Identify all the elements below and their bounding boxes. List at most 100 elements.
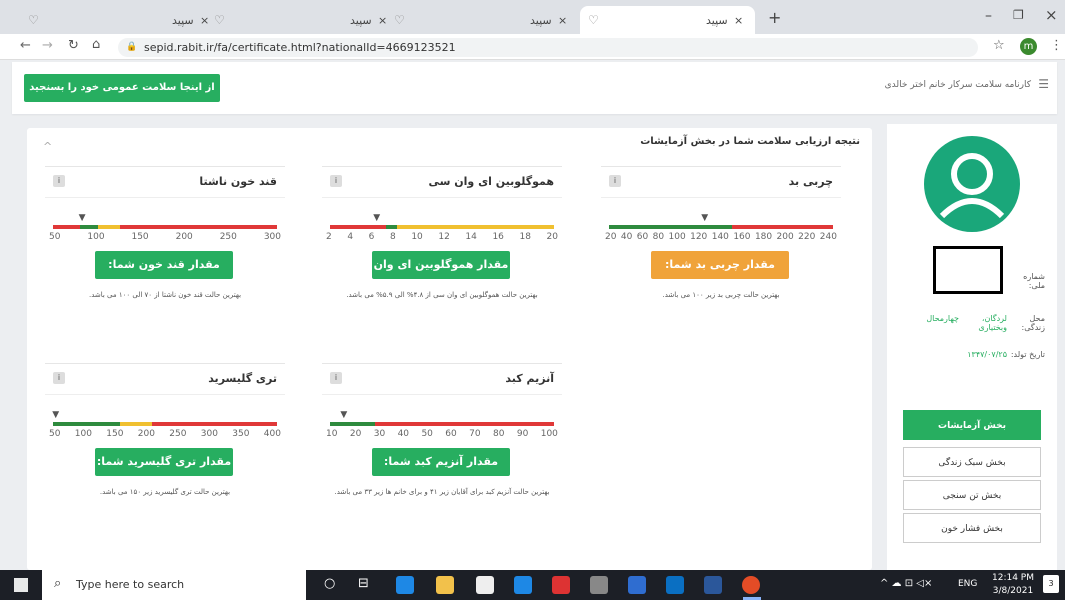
clock-date[interactable]: 3/8/2021 bbox=[988, 586, 1038, 596]
cortana-icon[interactable]: ○ bbox=[324, 576, 335, 591]
gauge-segment bbox=[374, 422, 554, 426]
browser-menu-icon[interactable]: ⋮ bbox=[1050, 38, 1063, 53]
tab-label: سپید bbox=[706, 13, 728, 27]
general-health-test-button[interactable]: از اینجا سلامت عمومی خود را بسنجید bbox=[24, 74, 220, 102]
range-gauge bbox=[53, 422, 277, 426]
tab-anthropometry[interactable]: بخش تن سنجی bbox=[903, 480, 1041, 510]
tick-label: 70 bbox=[469, 429, 481, 439]
range-gauge bbox=[609, 225, 833, 229]
browser-tab[interactable]: ♡ سپید × bbox=[390, 6, 580, 34]
info-icon[interactable]: i bbox=[609, 175, 621, 187]
test-card: آنزیم کبد i ▼ 10 20 30 40 50 60 70 80 90 100 مقدار آن… bbox=[322, 363, 562, 523]
bookmark-star-icon[interactable]: ☆ bbox=[993, 38, 1005, 53]
store-icon[interactable] bbox=[476, 576, 494, 594]
tick-label: 200 bbox=[175, 232, 193, 242]
tab-label: سپید bbox=[350, 13, 372, 27]
tab-favicon-icon: ♡ bbox=[588, 13, 599, 27]
card-divider bbox=[322, 394, 562, 395]
taskbar-search-box[interactable]: ⌕ Type here to search bbox=[42, 570, 306, 600]
lync-icon[interactable] bbox=[628, 576, 646, 594]
tab-blood-pressure[interactable]: بخش فشار خون bbox=[903, 513, 1041, 543]
info-icon[interactable]: i bbox=[330, 175, 342, 187]
tab-close-icon[interactable]: × bbox=[200, 14, 209, 27]
tick-label: 18 bbox=[519, 232, 531, 242]
clock-time[interactable]: 12:14 PM bbox=[988, 573, 1038, 583]
gauge-tick-labels: 2 4 6 8 10 12 14 16 18 20 bbox=[326, 232, 558, 242]
outlook-icon[interactable] bbox=[666, 576, 684, 594]
tick-label: 50 bbox=[421, 429, 433, 439]
best-range-note: بهترین حالت چربی بد زیر ۱۰۰ می باشد. bbox=[662, 291, 780, 299]
maximize-icon[interactable]: ❐ bbox=[1013, 8, 1024, 22]
info-icon[interactable]: i bbox=[53, 372, 65, 384]
card-title: چربی بد bbox=[788, 175, 833, 188]
chrome-icon[interactable] bbox=[742, 576, 760, 594]
windows-start-icon[interactable] bbox=[14, 578, 28, 592]
tick-label: 8 bbox=[389, 232, 396, 242]
close-window-icon[interactable]: × bbox=[1045, 6, 1058, 24]
url-field[interactable]: 🔒 sepid.rabit.ir/fa/certificate.html?nat… bbox=[118, 38, 978, 57]
gauge-segment bbox=[97, 422, 121, 426]
gauge-segment bbox=[330, 422, 375, 426]
tab-lifestyle[interactable]: بخش سبک زندگی bbox=[903, 447, 1041, 477]
tab-close-icon[interactable]: × bbox=[734, 14, 743, 27]
address-bar-row: ← → ↻ ⌂ 🔒 sepid.rabit.ir/fa/certificate.… bbox=[0, 34, 1065, 60]
tab-close-icon[interactable]: × bbox=[378, 14, 387, 27]
gauge-tick-labels: 10 20 30 40 50 60 70 80 90 100 bbox=[326, 429, 558, 439]
media-icon[interactable] bbox=[552, 576, 570, 594]
value-badge: مقدار آنزیم کبد شما: ۱۵.۸ bbox=[372, 448, 510, 496]
tick-label: 200 bbox=[776, 232, 794, 242]
tick-label: 100 bbox=[668, 232, 686, 242]
tick-label: 100 bbox=[87, 232, 105, 242]
gauge-segment bbox=[151, 422, 277, 426]
word-icon[interactable] bbox=[704, 576, 722, 594]
tick-label: 200 bbox=[137, 429, 155, 439]
url-text: sepid.rabit.ir/fa/certificate.html?natio… bbox=[144, 41, 456, 54]
value-marker-icon: ▼ bbox=[78, 213, 86, 223]
lock-icon: 🔒 bbox=[126, 42, 138, 52]
card-divider bbox=[45, 197, 285, 198]
system-tray-icons[interactable]: ^ ☁ ⊡ ◁× bbox=[880, 578, 932, 589]
reload-icon[interactable]: ↻ bbox=[68, 38, 79, 53]
mail-icon[interactable] bbox=[514, 576, 532, 594]
forward-arrow-icon[interactable]: → bbox=[42, 38, 53, 53]
info-icon[interactable]: i bbox=[53, 175, 65, 187]
browser-tab[interactable]: ♡ سپید × bbox=[20, 6, 210, 34]
value-badge: مقدار هموگلوبین ای وان سی شما: ۵.۸% bbox=[372, 251, 510, 299]
hamburger-icon[interactable]: ☰ bbox=[1038, 77, 1049, 91]
info-icon[interactable]: i bbox=[330, 372, 342, 384]
edge-icon[interactable] bbox=[396, 576, 414, 594]
best-range-note: بهترین حالت تری گلیسرید زیر ۱۵۰ می باشد. bbox=[99, 488, 231, 496]
card-title: آنزیم کبد bbox=[505, 372, 554, 385]
best-range-note: بهترین حالت آنزیم کبد برای آقایان زیر ۴۱… bbox=[334, 488, 550, 496]
tab-favicon-icon: ♡ bbox=[214, 13, 225, 27]
tab-label: سپید bbox=[172, 13, 194, 27]
value-marker-icon: ▼ bbox=[373, 213, 381, 223]
gauge-tick-labels: 50 100 150 200 250 300 bbox=[49, 232, 281, 242]
tick-label: 100 bbox=[74, 429, 92, 439]
task-view-icon[interactable]: ⊟ bbox=[358, 576, 369, 591]
new-tab-button[interactable]: + bbox=[768, 8, 781, 27]
page-header: از اینجا سلامت عمومی خود را بسنجید کارنا… bbox=[12, 62, 1057, 114]
notification-center-icon[interactable]: 3 bbox=[1043, 575, 1059, 593]
tick-label: 150 bbox=[106, 429, 124, 439]
tab-close-icon[interactable]: × bbox=[558, 14, 567, 27]
back-arrow-icon[interactable]: ← bbox=[20, 38, 31, 53]
minimize-icon[interactable]: – bbox=[985, 8, 992, 24]
file-explorer-icon[interactable] bbox=[436, 576, 454, 594]
tick-label: 40 bbox=[397, 429, 410, 439]
tick-label: 4 bbox=[347, 232, 354, 242]
profile-avatar[interactable]: m bbox=[1020, 38, 1037, 55]
tab-tests[interactable]: بخش آزمایشات bbox=[903, 410, 1041, 440]
gauge-segment bbox=[397, 225, 554, 229]
browser-tab-active[interactable]: ♡ سپید × bbox=[580, 6, 755, 34]
home-icon[interactable]: ⌂ bbox=[92, 37, 100, 52]
card-divider bbox=[45, 394, 285, 395]
app-icon[interactable] bbox=[590, 576, 608, 594]
collapse-chevron-icon[interactable]: ^ bbox=[43, 140, 52, 153]
tick-label: 350 bbox=[232, 429, 250, 439]
tick-label: 16 bbox=[492, 232, 504, 242]
location-value-line1: لردگان، وبختیاری bbox=[978, 314, 1007, 332]
gauge-segment bbox=[609, 225, 733, 229]
browser-tab[interactable]: ♡ سپید × bbox=[210, 6, 390, 34]
language-indicator[interactable]: ENG bbox=[958, 579, 977, 589]
